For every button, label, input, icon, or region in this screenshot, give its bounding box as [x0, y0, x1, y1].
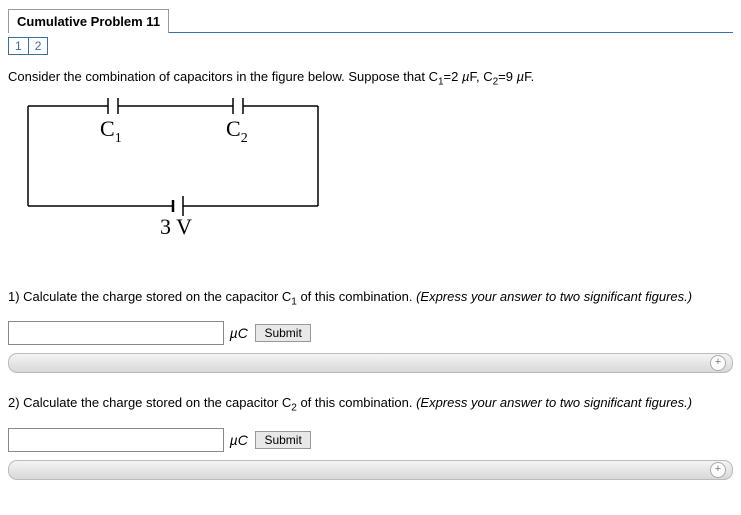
svg-text:C2: C2	[226, 116, 248, 146]
q1-num: 1)	[8, 289, 23, 304]
plus-icon: +	[710, 462, 726, 478]
submit-button-2[interactable]: Submit	[255, 431, 310, 449]
q2-text-b: of this combination.	[297, 395, 416, 410]
intro-text: Consider the combination of capacitors i…	[8, 69, 438, 84]
q1-hint: (Express your answer to two significant …	[416, 289, 692, 304]
tab-row: 12	[8, 37, 733, 55]
answer-row-1: µC Submit	[8, 321, 733, 345]
submit-button-1[interactable]: Submit	[255, 324, 310, 342]
c1-sub: 1	[115, 131, 122, 146]
q1-text-a: Calculate the charge stored on the capac…	[23, 289, 291, 304]
q2-text-a: Calculate the charge stored on the capac…	[23, 395, 291, 410]
header-row: Cumulative Problem 11	[8, 8, 733, 33]
q2-num: 2)	[8, 395, 23, 410]
answer-input-2[interactable]	[8, 428, 224, 452]
q2-hint: (Express your answer to two significant …	[416, 395, 692, 410]
tab-2[interactable]: 2	[28, 37, 49, 55]
expand-bar-1[interactable]: +	[8, 353, 733, 373]
intro-unit2: µ	[517, 69, 525, 84]
problem-title: Cumulative Problem 11	[8, 9, 169, 33]
intro-mid2: F, C	[469, 69, 492, 84]
circuit-diagram: C1 C2 3 V	[18, 96, 733, 259]
intro-suffix: F.	[524, 69, 534, 84]
question-2: 2) Calculate the charge stored on the ca…	[8, 395, 733, 414]
answer-row-2: µC Submit	[8, 428, 733, 452]
question-1: 1) Calculate the charge stored on the ca…	[8, 289, 733, 308]
intro-mid1: =2	[444, 69, 462, 84]
plus-icon: +	[710, 355, 726, 371]
svg-text:C1: C1	[100, 116, 122, 146]
unit-1: µC	[230, 325, 248, 341]
tab-1[interactable]: 1	[8, 37, 29, 55]
c2-label: C	[226, 116, 241, 141]
c2-sub: 2	[241, 131, 248, 146]
c1-label: C	[100, 116, 115, 141]
answer-input-1[interactable]	[8, 321, 224, 345]
expand-bar-2[interactable]: +	[8, 460, 733, 480]
q1-text-b: of this combination.	[297, 289, 416, 304]
intro-mid3: =9	[498, 69, 516, 84]
circuit-svg: C1 C2 3 V	[18, 96, 328, 256]
unit-2: µC	[230, 432, 248, 448]
problem-intro: Consider the combination of capacitors i…	[8, 69, 733, 88]
voltage-label: 3 V	[160, 214, 192, 239]
